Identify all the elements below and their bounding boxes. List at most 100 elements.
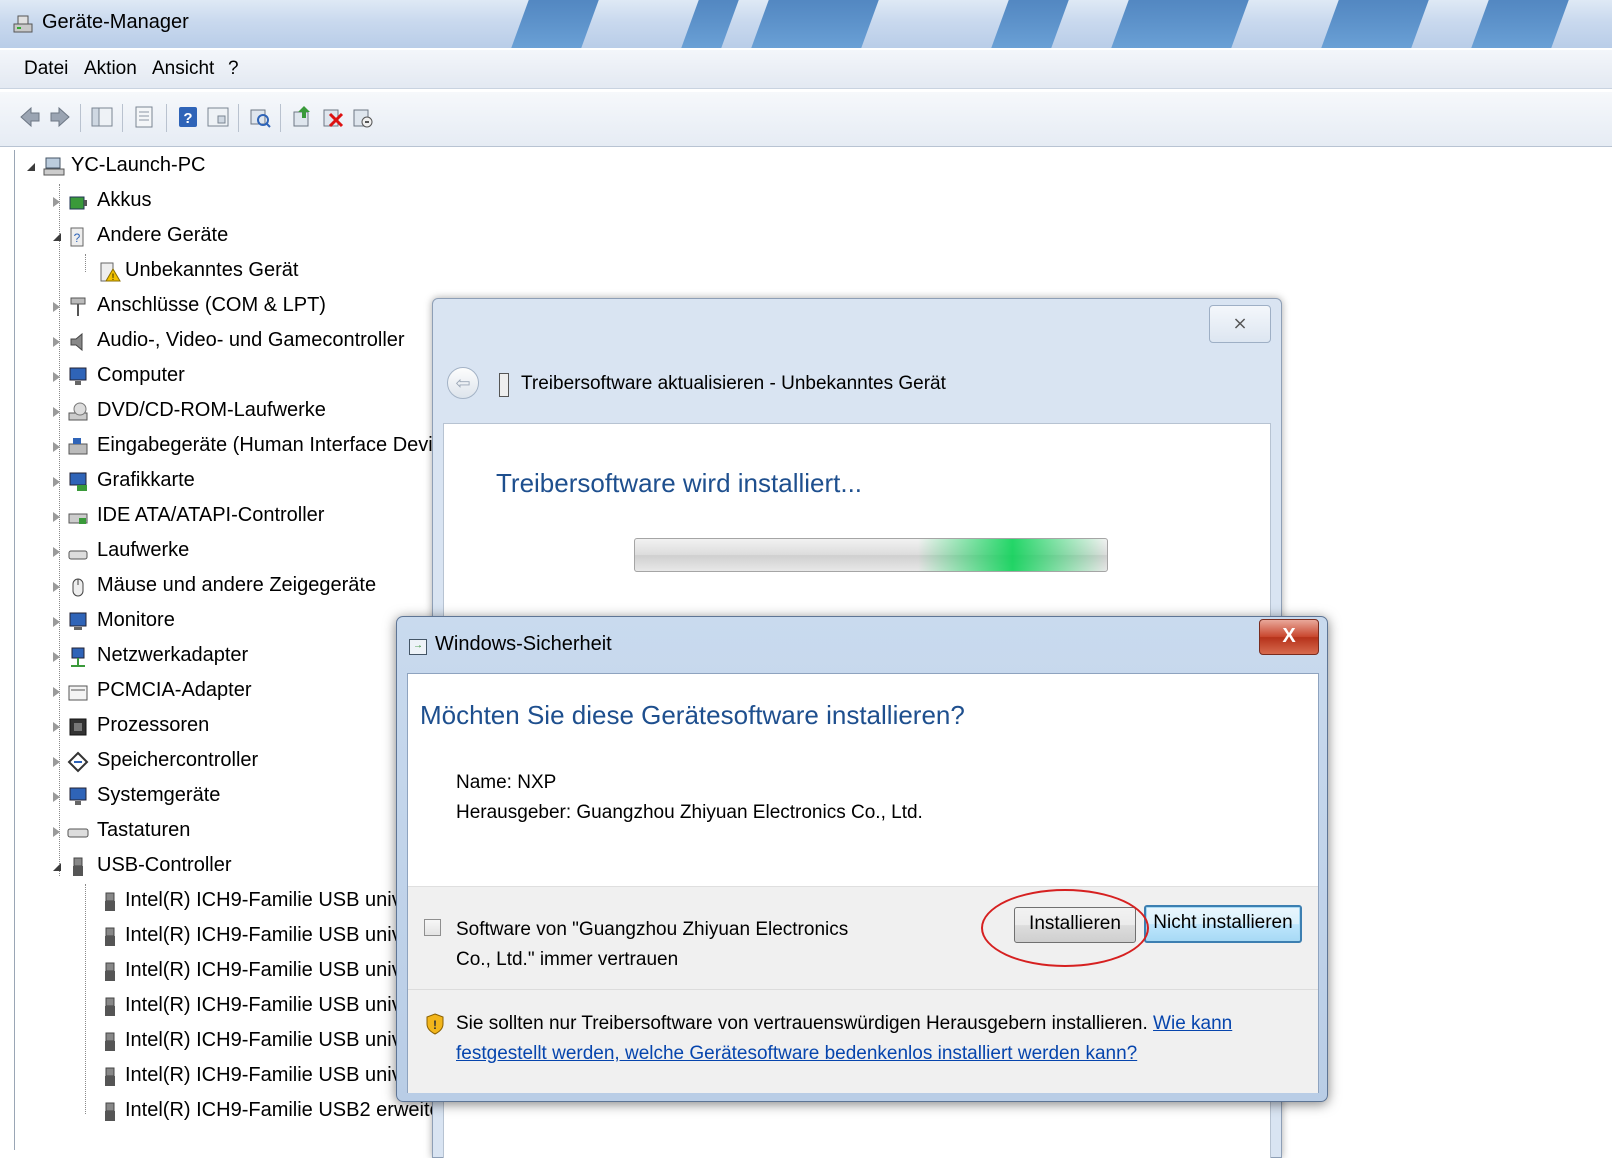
dialog-title: Treibersoftware aktualisieren - Unbekann…	[521, 373, 946, 394]
expand-arrow-icon[interactable]	[53, 372, 60, 382]
toolbar-separator	[166, 104, 167, 132]
view-icon[interactable]	[206, 104, 230, 130]
scan-hardware-icon[interactable]	[248, 104, 272, 130]
pcmcia-icon	[68, 685, 88, 701]
tree-item-label: Andere Geräte	[97, 224, 229, 246]
highlight-annotation	[981, 889, 1149, 967]
expand-arrow-icon[interactable]	[53, 197, 60, 207]
expand-arrow-icon[interactable]	[53, 442, 60, 452]
window-title: Geräte-Manager	[42, 11, 189, 33]
menu-aktion[interactable]: Aktion	[84, 58, 137, 80]
back-arrow-icon[interactable]	[18, 104, 42, 130]
tree-item-maeuse[interactable]: Mäuse und andere Zeigegeräte	[53, 574, 453, 604]
update-driver-icon[interactable]	[290, 104, 314, 130]
expand-arrow-icon[interactable]	[53, 547, 60, 557]
tree-item-label: Laufwerke	[97, 539, 190, 561]
expand-arrow-icon[interactable]	[53, 233, 61, 241]
help-icon[interactable]: ?	[176, 104, 200, 130]
tree-child-usb[interactable]: Intel(R) ICH9-Familie USB universeller	[99, 889, 467, 919]
svg-text:?: ?	[183, 110, 192, 127]
tree-item-monitore[interactable]: Monitore	[53, 609, 453, 639]
tree-item-laufwerke[interactable]: Laufwerke	[53, 539, 453, 569]
close-button[interactable]: X	[1259, 619, 1319, 655]
titlebar-decoration	[681, 0, 739, 48]
tree-item-andere-geraete[interactable]: ? Andere Geräte	[53, 224, 453, 254]
tree-item-label: Speichercontroller	[97, 749, 259, 771]
warning-text: Sie sollten nur Treibersoftware von vert…	[456, 1013, 1154, 1034]
expand-arrow-icon[interactable]	[53, 827, 60, 837]
tree-item-label: Netzwerkadapter	[97, 644, 249, 666]
monitor-icon	[69, 612, 87, 630]
properties-icon[interactable]	[132, 104, 156, 130]
dvd-drive-icon	[68, 402, 88, 421]
svg-text:?: ?	[74, 231, 81, 245]
warning-device-icon: !	[100, 262, 121, 282]
usb-icon	[105, 1102, 115, 1121]
expand-arrow-icon[interactable]	[53, 582, 60, 592]
software-publisher: Herausgeber: Guangzhou Zhiyuan Electroni…	[456, 802, 923, 823]
tree-item-tastaturen[interactable]: Tastaturen	[53, 819, 453, 849]
expand-arrow-icon[interactable]	[53, 722, 60, 732]
tree-child-unbekanntes-geraet[interactable]: ! Unbekanntes Gerät	[99, 259, 499, 289]
tree-item-audio[interactable]: Audio-, Video- und Gamecontroller	[53, 329, 453, 359]
device-icon	[499, 373, 509, 397]
tree-item-speichercontroller[interactable]: Speichercontroller	[53, 749, 453, 779]
tree-item-dvd[interactable]: DVD/CD-ROM-Laufwerke	[53, 399, 453, 429]
trust-publisher-label[interactable]: Software von "Guangzhou Zhiyuan Electron…	[456, 915, 876, 975]
expand-arrow-icon[interactable]	[53, 477, 60, 487]
unknown-device-icon: ?	[70, 227, 84, 247]
tree-child-usb[interactable]: Intel(R) ICH9-Familie USB universeller	[99, 924, 467, 954]
show-hide-tree-icon[interactable]	[90, 104, 114, 130]
expand-arrow-icon[interactable]	[53, 407, 60, 417]
tree-child-usb[interactable]: Intel(R) ICH9-Familie USB universeller	[99, 994, 467, 1024]
tree-child-usb[interactable]: Intel(R) ICH9-Familie USB universeller	[99, 959, 467, 989]
tree-item-akkus[interactable]: Akkus	[53, 189, 453, 219]
menu-ansicht[interactable]: Ansicht	[152, 58, 214, 80]
toolbar-separator	[280, 104, 281, 132]
install-question: Möchten Sie diese Gerätesoftware install…	[420, 700, 965, 730]
tree-item-pcmcia[interactable]: PCMCIA-Adapter	[53, 679, 453, 709]
tree-item-systemgeraete[interactable]: Systemgeräte	[53, 784, 453, 814]
menu-datei[interactable]: Datei	[24, 58, 68, 80]
expand-arrow-icon[interactable]	[53, 302, 60, 312]
tree-item-prozessoren[interactable]: Prozessoren	[53, 714, 453, 744]
uninstall-icon[interactable]	[320, 104, 344, 130]
back-arrow-icon[interactable]: ⇦	[447, 367, 479, 399]
tree-item-usb-controller[interactable]: USB-Controller	[53, 854, 453, 884]
tree-child-usb[interactable]: Intel(R) ICH9-Familie USB2 erweiterter H…	[99, 1099, 449, 1129]
tree-item-label: IDE ATA/ATAPI-Controller	[97, 504, 325, 526]
dont-install-button[interactable]: Nicht installieren	[1144, 905, 1302, 943]
tree-item-grafikkarte[interactable]: Grafikkarte	[53, 469, 453, 499]
expand-arrow-icon[interactable]	[53, 337, 60, 347]
mouse-icon	[72, 578, 84, 597]
close-button[interactable]: ⨯	[1209, 305, 1271, 343]
titlebar-decoration	[991, 0, 1069, 48]
usb-icon	[105, 892, 115, 911]
forward-arrow-icon[interactable]	[48, 104, 72, 130]
tree-root[interactable]: YC-Launch-PC	[27, 154, 427, 184]
security-dialog-panel: Möchten Sie diese Gerätesoftware install…	[407, 673, 1319, 1093]
tree-child-usb[interactable]: Intel(R) ICH9-Familie USB universeller	[99, 1029, 467, 1059]
tree-item-hid[interactable]: Eingabegeräte (Human Interface Devices)	[53, 434, 473, 464]
expand-arrow-icon[interactable]	[53, 792, 60, 802]
svg-text:!: !	[433, 1018, 437, 1032]
tree-item-anschluesse[interactable]: Anschlüsse (COM & LPT)	[53, 294, 453, 324]
expand-arrow-icon[interactable]	[53, 652, 60, 662]
speaker-icon	[70, 332, 83, 352]
expand-arrow-icon[interactable]	[53, 757, 60, 767]
trust-publisher-checkbox[interactable]	[424, 919, 441, 936]
expand-arrow-icon[interactable]	[27, 163, 35, 171]
expand-arrow-icon[interactable]	[53, 617, 60, 627]
expand-arrow-icon[interactable]	[53, 687, 60, 697]
tree-item-netzwerkadapter[interactable]: Netzwerkadapter	[53, 644, 453, 674]
disable-icon[interactable]	[350, 104, 374, 130]
tree-child-usb[interactable]: Intel(R) ICH9-Familie USB universeller	[99, 1064, 467, 1094]
expand-arrow-icon[interactable]	[53, 512, 60, 522]
usb-icon	[105, 1067, 115, 1086]
titlebar-decoration	[1321, 0, 1429, 48]
tree-item-label: Anschlüsse (COM & LPT)	[97, 294, 326, 316]
tree-item-ide[interactable]: IDE ATA/ATAPI-Controller	[53, 504, 453, 534]
menu-help[interactable]: ?	[228, 58, 239, 80]
expand-arrow-icon[interactable]	[53, 863, 61, 871]
tree-item-computer[interactable]: Computer	[53, 364, 453, 394]
